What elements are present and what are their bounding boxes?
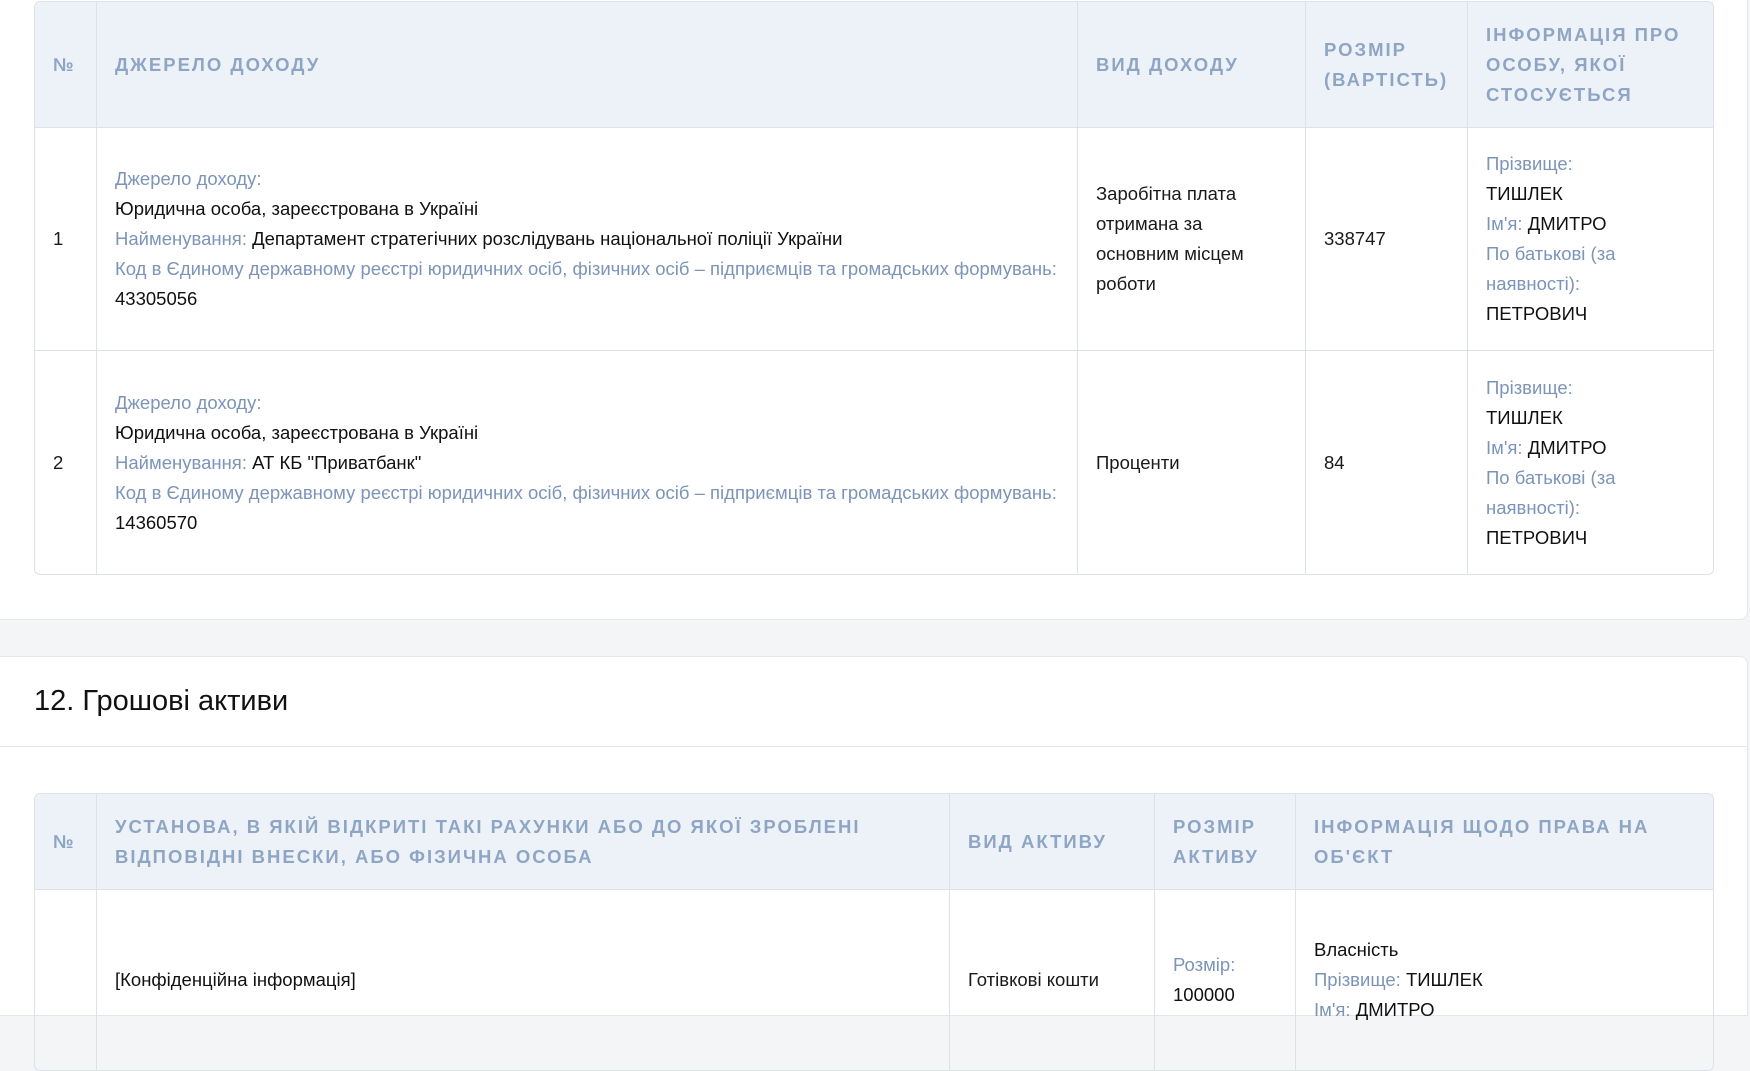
surname-value: ТИШЛЕК <box>1486 183 1563 204</box>
institution-value: [Конфіденційна інформація] <box>115 969 356 990</box>
source-value: Юридична особа, зареєстрована в Україні <box>115 198 479 219</box>
income-table: № Джерело доходу Вид доходу Розмір (варт… <box>34 1 1714 575</box>
ownership-cell: Власність Прізвище: ТИШЛЕК Ім'я: ДМИТРО <box>1296 890 1713 1070</box>
size-label: Розмір: <box>1173 954 1236 975</box>
monetary-assets-section-card: 12. Грошові активи № Установа, в якій ві… <box>0 656 1748 1071</box>
assets-table: № Установа, в якій відкриті такі рахунки… <box>34 793 1714 1071</box>
person-info-cell: Прізвище: ТИШЛЕК Ім'я: ДМИТРО По батьков… <box>1468 351 1713 574</box>
firstname-label: Ім'я: <box>1486 436 1523 458</box>
firstname-value: ДМИТРО <box>1527 213 1607 234</box>
table-header-row: № Установа, в якій відкриті такі рахунки… <box>35 794 1713 890</box>
patronymic-value: ПЕТРОВИЧ <box>1486 526 1588 548</box>
institution-cell: [Конфіденційна інформація] <box>97 890 950 1070</box>
firstname-value: ДМИТРО <box>1527 436 1607 458</box>
surname-label: Прізвище: <box>1486 153 1573 174</box>
name-label: Найменування: <box>115 228 247 249</box>
name-value: Департамент стратегічних розслідувань на… <box>252 228 843 249</box>
patronymic-value: ПЕТРОВИЧ <box>1486 303 1588 324</box>
column-header-person-info: Інформація про особу, якої стосується <box>1468 2 1713 128</box>
row-number: 2 <box>35 351 97 574</box>
table-header-row: № Джерело доходу Вид доходу Розмір (варт… <box>35 2 1713 128</box>
surname-label: Прізвище: <box>1314 969 1401 990</box>
income-source-cell: Джерело доходу: Юридична особа, зареєстр… <box>97 128 1078 351</box>
column-header-number: № <box>35 2 97 128</box>
column-header-asset-type: Вид активу <box>950 794 1155 890</box>
firstname-label: Ім'я: <box>1314 999 1351 1020</box>
income-source-cell: Джерело доходу: Юридична особа, зареєстр… <box>97 351 1078 574</box>
table-row: [Конфіденційна інформація] Готівкові кош… <box>35 890 1713 1070</box>
source-label: Джерело доходу: <box>115 168 262 189</box>
column-header-number: № <box>35 794 97 890</box>
firstname-label: Ім'я: <box>1486 213 1523 234</box>
column-header-asset-size: Розмір активу <box>1155 794 1296 890</box>
table-row: 2 Джерело доходу: Юридична особа, зареєс… <box>35 351 1713 574</box>
source-value: Юридична особа, зареєстрована в Україні <box>115 421 479 443</box>
row-number: 1 <box>35 128 97 351</box>
name-label: Найменування: <box>115 451 247 473</box>
asset-size-cell: Розмір: 100000 <box>1155 890 1296 1070</box>
size-value: 100000 <box>1173 984 1235 1005</box>
column-header-institution: Установа, в якій відкриті такі рахунки а… <box>97 794 950 890</box>
surname-label: Прізвище: <box>1486 376 1573 398</box>
section-divider <box>0 746 1747 747</box>
column-header-amount: Розмір (вартість) <box>1306 2 1468 128</box>
column-header-ownership-info: Інформація щодо права на об'єкт <box>1296 794 1713 890</box>
amount-cell: 84 <box>1306 351 1468 574</box>
column-header-income-source: Джерело доходу <box>97 2 1078 128</box>
income-type-cell: Заробітна плата отримана за основним міс… <box>1078 128 1306 351</box>
source-label: Джерело доходу: <box>115 391 262 413</box>
ownership-value: Власність <box>1314 939 1399 960</box>
table-row: 1 Джерело доходу: Юридична особа, зареєс… <box>35 128 1713 351</box>
section-title: 12. Грошові активи <box>34 685 289 717</box>
column-header-income-type: Вид доходу <box>1078 2 1306 128</box>
firstname-value: ДМИТРО <box>1355 999 1435 1020</box>
income-section-card: № Джерело доходу Вид доходу Розмір (варт… <box>0 0 1748 620</box>
person-info-cell: Прізвище: ТИШЛЕК Ім'я: ДМИТРО По батьков… <box>1468 128 1713 351</box>
code-label: Код в Єдиному державному реєстрі юридичн… <box>115 481 1057 503</box>
name-value: АТ КБ "Приватбанк" <box>252 451 422 473</box>
patronymic-label: По батькові (за наявності): <box>1486 243 1616 294</box>
income-type-cell: Проценти <box>1078 351 1306 574</box>
patronymic-label: По батькові (за наявності): <box>1486 466 1616 518</box>
code-value: 14360570 <box>115 511 198 533</box>
row-number <box>35 890 97 1070</box>
surname-value: ТИШЛЕК <box>1486 406 1563 428</box>
code-label: Код в Єдиному державному реєстрі юридичн… <box>115 258 1057 279</box>
code-value: 43305056 <box>115 288 198 309</box>
asset-type-cell: Готівкові кошти <box>950 890 1155 1070</box>
amount-cell: 338747 <box>1306 128 1468 351</box>
surname-value: ТИШЛЕК <box>1405 969 1483 990</box>
